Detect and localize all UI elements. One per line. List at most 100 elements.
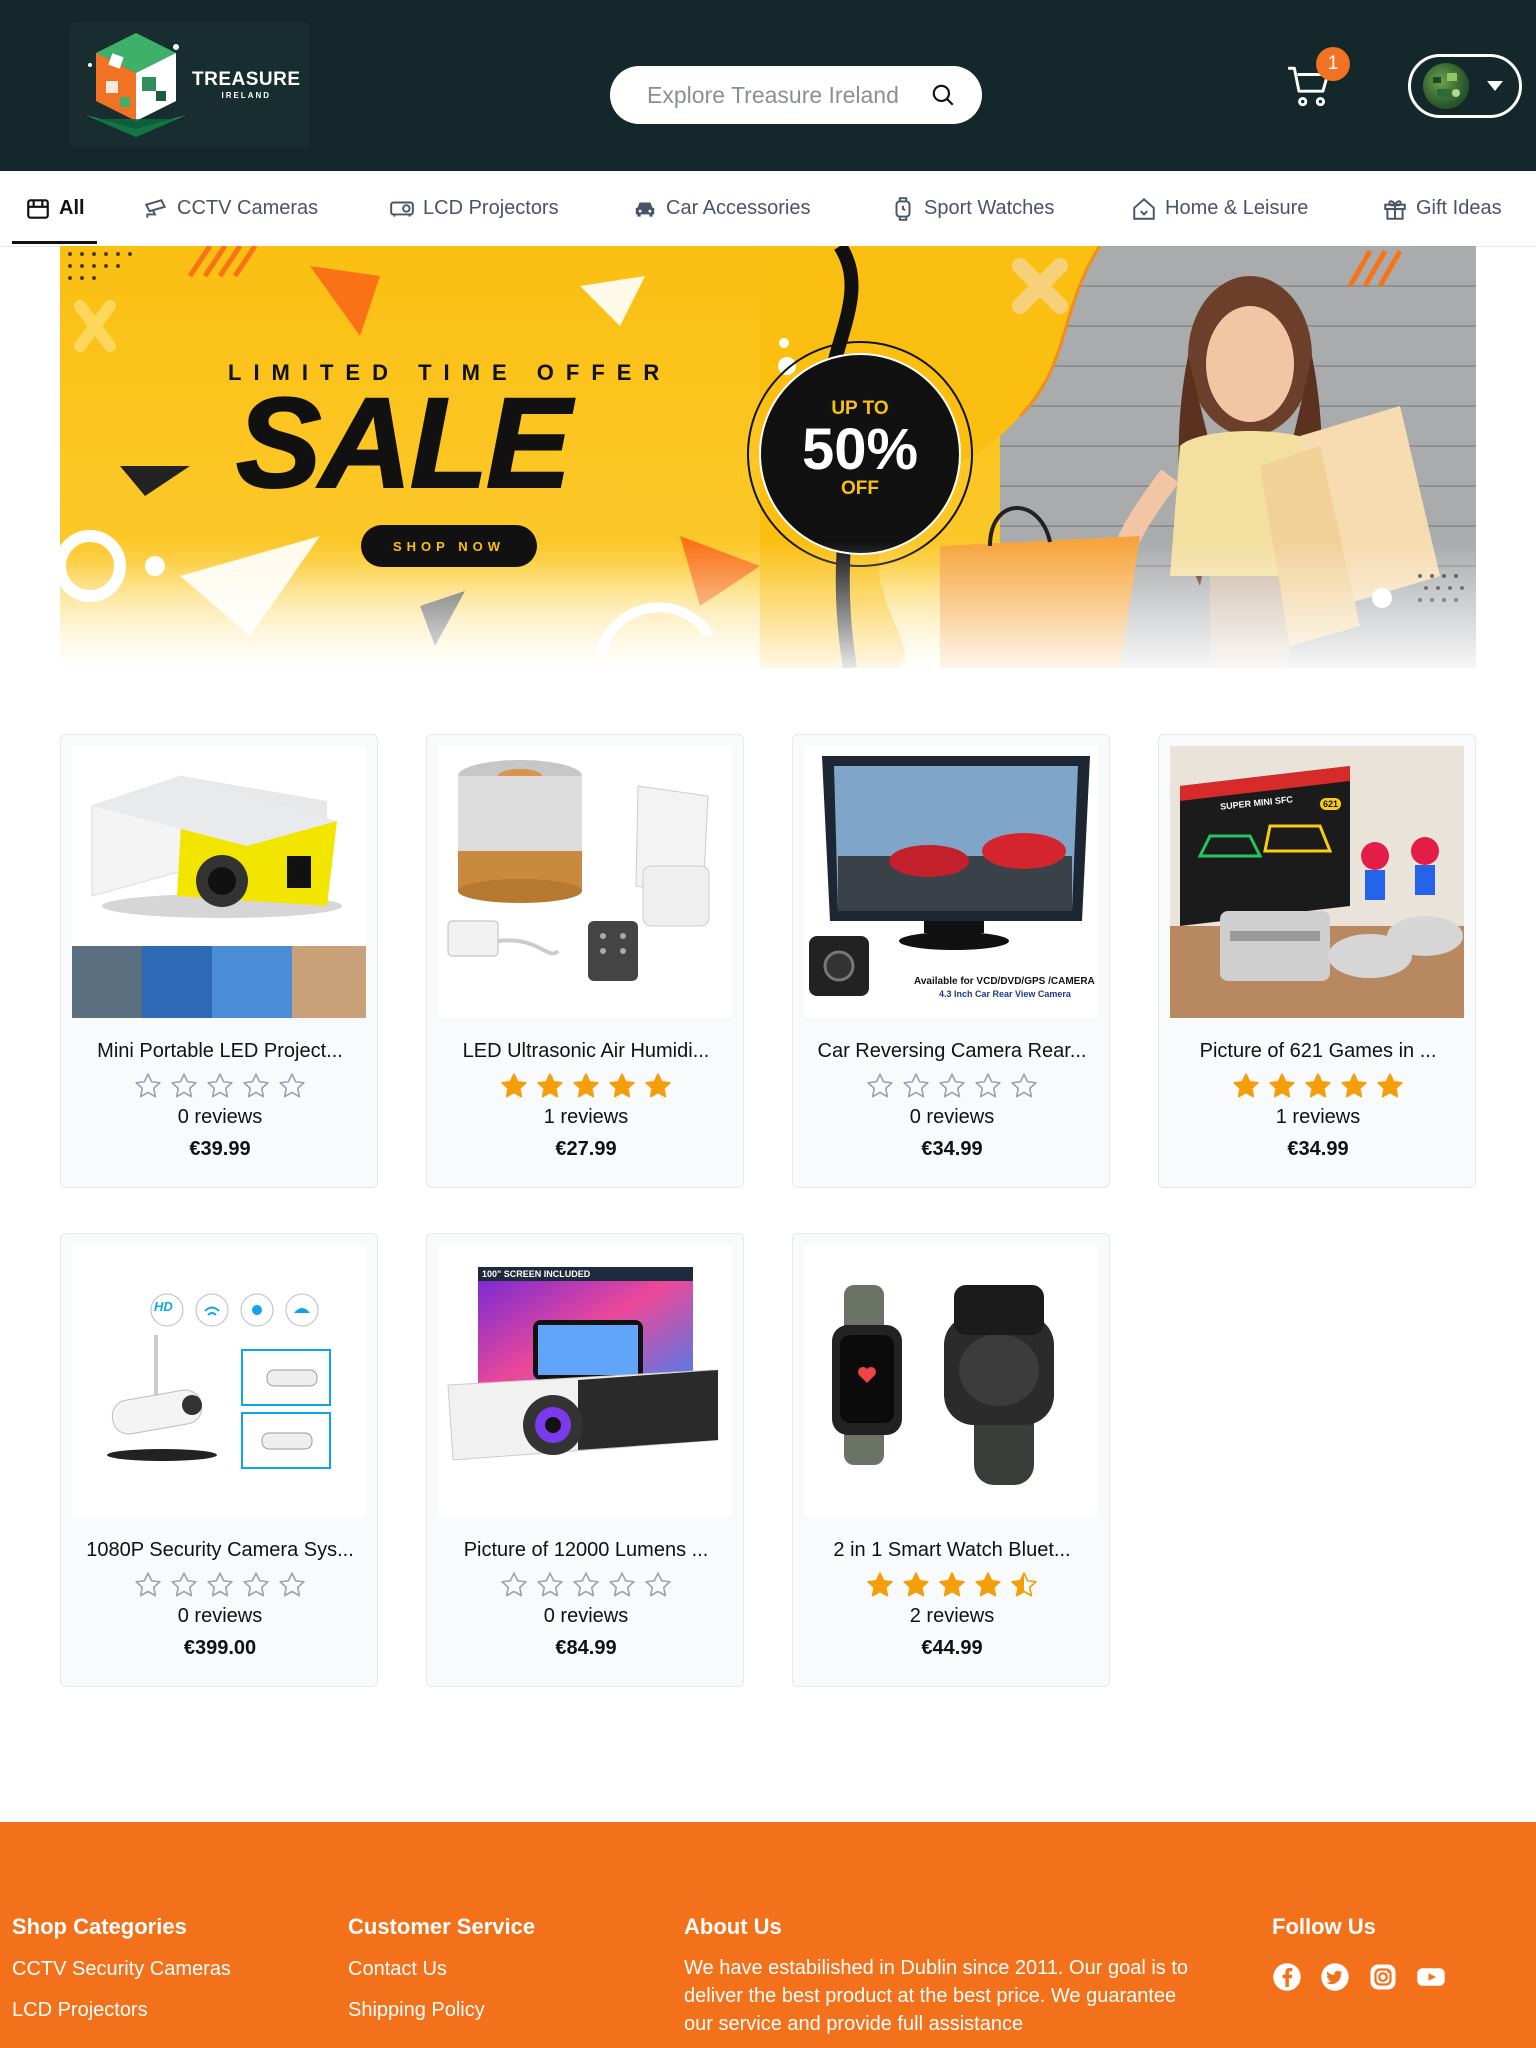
footer-link-contact[interactable]: Contact Us: [348, 1958, 535, 1981]
star-icon: [207, 1572, 233, 1597]
tab-label: All: [59, 197, 85, 219]
product-price: €84.99: [555, 1637, 617, 1659]
star-icon: [903, 1572, 929, 1597]
star-icon: [135, 1572, 161, 1597]
review-count: 0 reviews: [177, 1605, 263, 1627]
star-rating: [61, 1071, 379, 1101]
product-card[interactable]: 2 in 1 Smart Watch Bluet... 2 reviews €4…: [792, 1233, 1110, 1687]
star-icon: [939, 1572, 965, 1597]
product-image-projector[interactable]: [72, 746, 366, 1018]
product-card[interactable]: Mini Portable LED Project... 0 reviews €…: [60, 734, 378, 1188]
footer-link-lcd[interactable]: LCD Projectors: [12, 1999, 231, 2022]
watch-icon: [895, 196, 911, 221]
sale-banner[interactable]: LIMITED TIME OFFER SALE SHOP NOW UP TO 5…: [60, 246, 1476, 668]
tab-home-leisure[interactable]: Home & Leisure: [1131, 171, 1308, 246]
star-icon: [171, 1073, 197, 1098]
tab-gift-ideas[interactable]: Gift Ideas: [1382, 171, 1502, 246]
tab-lcd-projectors[interactable]: LCD Projectors: [389, 171, 559, 246]
product-price: €34.99: [921, 1138, 983, 1160]
product-card[interactable]: SUPER MINI SFC 621 Picture of 621 Games …: [1158, 734, 1476, 1188]
star-icon: [609, 1572, 635, 1597]
footer-shop-categories: Shop Categories CCTV Security Cameras LC…: [12, 1914, 231, 2022]
treasure-chest-logo-icon: [86, 33, 186, 137]
product-title[interactable]: Picture of 621 Games in ...: [1159, 1040, 1477, 1063]
product-image-smart-watch[interactable]: [804, 1245, 1098, 1517]
facebook-icon[interactable]: [1272, 1962, 1302, 1992]
review-count: 1 reviews: [543, 1106, 629, 1128]
product-image-retro-console[interactable]: SUPER MINI SFC 621: [1170, 746, 1464, 1018]
star-icon: [975, 1572, 1001, 1597]
product-price: €399.00: [183, 1637, 257, 1659]
image-caption: HD: [154, 1299, 173, 1314]
tab-label: LCD Projectors: [423, 197, 559, 219]
banner-headline: SALE: [235, 372, 572, 515]
product-title[interactable]: 1080P Security Camera Sys...: [61, 1539, 379, 1562]
footer-link-cctv[interactable]: CCTV Security Cameras: [12, 1958, 231, 1981]
star-icon: [243, 1073, 269, 1098]
star-icon: [609, 1073, 635, 1098]
instagram-icon[interactable]: [1368, 1962, 1398, 1992]
review-count: 0 reviews: [909, 1106, 995, 1128]
avatar: [1423, 63, 1469, 109]
cart-count-badge[interactable]: 1: [1316, 47, 1350, 81]
star-icon: [1377, 1073, 1403, 1098]
product-price: €39.99: [189, 1138, 251, 1160]
tab-car-accessories[interactable]: Car Accessories: [632, 171, 811, 246]
twitter-icon[interactable]: [1320, 1962, 1350, 1992]
product-image-humidifier[interactable]: [438, 746, 732, 1018]
product-image-reversing-camera[interactable]: Available for VCD/DVD/GPS /CAMERA 4.3 In…: [804, 746, 1098, 1018]
search-icon[interactable]: [930, 82, 956, 108]
search-bar[interactable]: Explore Treasure Ireland: [610, 66, 982, 124]
shop-now-button[interactable]: SHOP NOW: [361, 525, 537, 567]
review-count: 0 reviews: [543, 1605, 629, 1627]
site-header: TREASURE IRELAND Explore Treasure Irelan…: [0, 0, 1536, 171]
star-icon: [501, 1572, 527, 1597]
review-count: 2 reviews: [909, 1605, 995, 1627]
product-title[interactable]: Picture of 12000 Lumens ...: [427, 1539, 745, 1562]
star-icon: [1011, 1073, 1037, 1098]
star-icon: [867, 1073, 893, 1098]
footer-link-shipping[interactable]: Shipping Policy: [348, 1999, 535, 2022]
star-icon: [975, 1073, 1001, 1098]
product-image-security-camera[interactable]: HD: [72, 1245, 366, 1517]
star-icon: [243, 1572, 269, 1597]
star-icon: [207, 1073, 233, 1098]
star-icon: [1341, 1073, 1367, 1098]
tab-sport-watches[interactable]: Sport Watches: [890, 171, 1054, 246]
footer-follow: Follow Us: [1272, 1914, 1446, 1992]
car-icon: [635, 202, 655, 217]
tab-cctv-cameras[interactable]: CCTV Cameras: [143, 171, 318, 246]
cctv-icon: [144, 198, 167, 218]
product-card[interactable]: 100" SCREEN INCLUDED Picture of 12000 Lu…: [426, 1233, 744, 1687]
logo-wordmark: TREASURE IRELAND: [192, 70, 301, 100]
review-count: 1 reviews: [1275, 1106, 1361, 1128]
star-icon: [867, 1572, 893, 1597]
product-price: €44.99: [921, 1637, 983, 1659]
product-title[interactable]: Car Reversing Camera Rear...: [793, 1040, 1111, 1063]
search-input[interactable]: Explore Treasure Ireland: [647, 82, 930, 109]
product-card[interactable]: HD 1080P Security Camera Sys... 0 review…: [60, 1233, 378, 1687]
star-rating: [1159, 1071, 1477, 1101]
product-title[interactable]: Mini Portable LED Project...: [61, 1040, 379, 1063]
footer-about: About Us We have estabilished in Dublin …: [684, 1914, 1204, 2038]
footer-heading: Customer Service: [348, 1914, 536, 1939]
brand-name: TREASURE: [192, 69, 301, 90]
projector-icon: [390, 201, 414, 217]
footer-heading: About Us: [684, 1914, 782, 1939]
active-tab-indicator: [12, 241, 97, 244]
logo[interactable]: TREASURE IRELAND: [70, 22, 310, 148]
youtube-icon[interactable]: [1416, 1962, 1446, 1992]
product-title[interactable]: LED Ultrasonic Air Humidi...: [427, 1040, 745, 1063]
site-footer: Shop Categories CCTV Security Cameras LC…: [0, 1822, 1536, 2048]
footer-customer-service: Customer Service Contact Us Shipping Pol…: [348, 1914, 535, 2022]
badge-bottom: OFF: [841, 478, 879, 499]
star-rating: [427, 1570, 745, 1600]
product-card[interactable]: LED Ultrasonic Air Humidi... 1 reviews €…: [426, 734, 744, 1188]
star-icon: [135, 1073, 161, 1098]
product-title[interactable]: 2 in 1 Smart Watch Bluet...: [793, 1539, 1111, 1562]
tab-label: Car Accessories: [666, 197, 811, 219]
product-image-lumens-projector[interactable]: 100" SCREEN INCLUDED: [438, 1245, 732, 1517]
tab-all[interactable]: All: [25, 171, 85, 246]
account-menu[interactable]: [1408, 54, 1522, 118]
product-card[interactable]: Available for VCD/DVD/GPS /CAMERA 4.3 In…: [792, 734, 1110, 1188]
